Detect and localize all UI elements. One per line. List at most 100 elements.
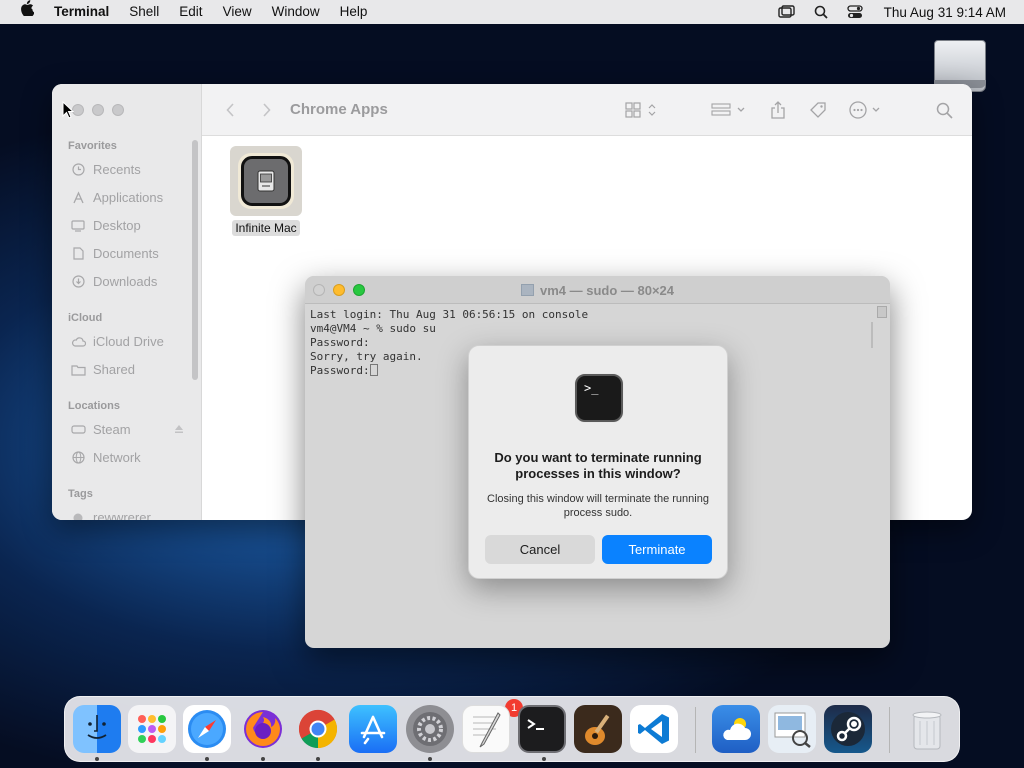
- sidebar-section-icloud: iCloud: [68, 312, 103, 324]
- sidebar-item-label: Applications: [93, 190, 164, 205]
- sidebar-item-downloads[interactable]: Downloads: [70, 274, 157, 289]
- cloud-icon: [70, 335, 86, 349]
- safari-app-icon[interactable]: [183, 705, 231, 753]
- shared-folder-icon: [70, 363, 86, 377]
- alert-heading: Do you want to terminate running process…: [494, 450, 702, 481]
- sidebar-item-label: Downloads: [93, 274, 158, 289]
- terminate-button[interactable]: Terminate: [602, 535, 712, 564]
- search-icon[interactable]: [934, 100, 954, 120]
- alert-message: Closing this window will terminate the r…: [487, 493, 709, 519]
- sidebar-item-network[interactable]: Network: [70, 450, 141, 465]
- file-name-label: Infinite Mac: [232, 220, 300, 236]
- document-icon: [70, 247, 86, 261]
- globe-icon: [70, 451, 86, 465]
- running-indicator: [261, 757, 265, 761]
- terminal-scrollbar[interactable]: [871, 322, 873, 348]
- sidebar-item-steam[interactable]: Steam: [70, 422, 184, 437]
- app-store-app-icon[interactable]: [349, 705, 397, 753]
- dock-separator: [695, 707, 696, 753]
- menubar-clock[interactable]: Thu Aug 31 9:14 AM: [874, 5, 1006, 20]
- tag-icon[interactable]: [808, 100, 828, 120]
- sidebar-item-label: iCloud Drive: [93, 334, 164, 349]
- menu-window[interactable]: Window: [262, 0, 330, 24]
- terminal-app-icon[interactable]: [518, 705, 566, 753]
- mouse-pointer-icon: [62, 100, 75, 119]
- control-center-icon[interactable]: [840, 0, 870, 24]
- system-settings-app-icon[interactable]: [406, 705, 454, 753]
- menu-view[interactable]: View: [213, 0, 262, 24]
- terminal-line: Password:: [310, 364, 370, 377]
- menu-help[interactable]: Help: [330, 0, 378, 24]
- apple-menu-icon[interactable]: [0, 0, 54, 24]
- clock-icon: [70, 163, 86, 177]
- sidebar-scrollbar[interactable]: [192, 140, 198, 380]
- forward-chevron-icon[interactable]: [258, 100, 274, 120]
- download-icon: [70, 275, 86, 289]
- launchpad-app-icon[interactable]: [128, 705, 176, 753]
- menu-bar: Terminal Shell Edit View Window Help Thu…: [0, 0, 1024, 24]
- sidebar-item-desktop[interactable]: Desktop: [70, 218, 141, 233]
- view-grid-icon[interactable]: [622, 100, 662, 120]
- split-pane-icon[interactable]: [877, 306, 887, 318]
- dock: 1: [64, 696, 960, 762]
- sidebar-item-shared[interactable]: Shared: [70, 362, 135, 377]
- sidebar-item-label: Network: [93, 450, 141, 465]
- classic-mac-icon: [241, 156, 291, 206]
- share-icon[interactable]: [768, 100, 788, 120]
- group-by-icon[interactable]: [710, 100, 750, 120]
- file-item[interactable]: Infinite Mac: [230, 146, 302, 237]
- sidebar-item-label: Desktop: [93, 218, 141, 233]
- trash-icon[interactable]: [903, 705, 951, 753]
- cancel-button[interactable]: Cancel: [485, 535, 595, 564]
- back-chevron-icon[interactable]: [222, 100, 238, 120]
- menu-edit[interactable]: Edit: [169, 0, 212, 24]
- garageband-app-icon[interactable]: [574, 705, 622, 753]
- menu-shell[interactable]: Shell: [119, 0, 169, 24]
- sidebar-item-label: Recents: [93, 162, 141, 177]
- weather-app-icon[interactable]: [712, 705, 760, 753]
- terminal-title-text: vm4 — sudo — 80×24: [539, 283, 675, 298]
- sidebar-item-applications[interactable]: Applications: [70, 190, 163, 205]
- chrome-app-icon[interactable]: [294, 705, 342, 753]
- sidebar-item-label: Steam: [93, 422, 131, 437]
- sidebar-section-tags: Tags: [68, 488, 93, 500]
- textedit-app-icon[interactable]: [462, 705, 510, 753]
- text-cursor: [369, 364, 378, 376]
- finder-window-controls: [72, 104, 124, 116]
- running-indicator: [428, 757, 432, 761]
- spotlight-search-icon[interactable]: [806, 0, 836, 24]
- finder-sidebar: Favorites Recents Applications Desktop D…: [52, 84, 202, 520]
- terminal-app-icon: >_: [574, 373, 624, 423]
- sidebar-item-icloud-drive[interactable]: iCloud Drive: [70, 334, 164, 349]
- sidebar-item-tag[interactable]: rewwrerer: [70, 510, 151, 520]
- desktop-icon: [70, 219, 86, 233]
- sidebar-item-label: Shared: [93, 362, 135, 377]
- sidebar-section-locations: Locations: [68, 400, 120, 412]
- finder-window-title: Chrome Apps: [290, 101, 388, 118]
- terminal-titlebar: vm4 — sudo — 80×24: [305, 276, 890, 304]
- minimize-button[interactable]: [92, 104, 104, 116]
- app-thumbnail: [230, 146, 302, 216]
- terminal-title: vm4 — sudo — 80×24: [305, 283, 890, 298]
- sidebar-item-recents[interactable]: Recents: [70, 162, 141, 177]
- zoom-button[interactable]: [112, 104, 124, 116]
- eject-icon[interactable]: [174, 422, 184, 437]
- screen-mirroring-icon[interactable]: [772, 0, 802, 24]
- steam-app-icon[interactable]: [824, 705, 872, 753]
- sidebar-section-favorites: Favorites: [68, 140, 117, 152]
- preview-app-icon[interactable]: [768, 705, 816, 753]
- running-indicator: [542, 757, 546, 761]
- running-indicator: [316, 757, 320, 761]
- running-indicator: [95, 757, 99, 761]
- vscode-app-icon[interactable]: [630, 705, 678, 753]
- firefox-app-icon[interactable]: [239, 705, 287, 753]
- dock-separator: [889, 707, 890, 753]
- finder-app-icon[interactable]: [73, 705, 121, 753]
- applications-icon: [70, 191, 86, 205]
- app-menu-terminal[interactable]: Terminal: [54, 0, 119, 24]
- terminal-line: Last login: Thu Aug 31 06:56:15 on conso…: [310, 308, 589, 321]
- more-actions-icon[interactable]: [848, 100, 886, 120]
- terminate-alert-dialog: >_ Do you want to terminate running proc…: [468, 345, 728, 579]
- sidebar-item-documents[interactable]: Documents: [70, 246, 159, 261]
- sidebar-item-label: rewwrerer: [93, 510, 151, 520]
